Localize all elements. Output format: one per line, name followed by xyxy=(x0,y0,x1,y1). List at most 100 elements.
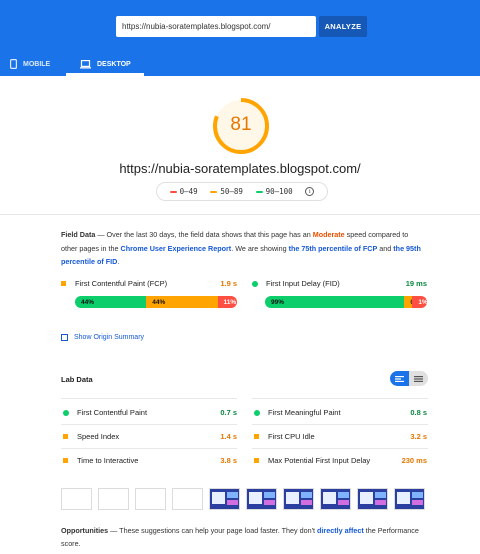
field-speed-keyword: Moderate xyxy=(312,230,345,239)
lab-metric-fmp-label: First Meaningful Paint xyxy=(268,408,341,417)
origin-summary-toggle[interactable]: Show Origin Summary xyxy=(61,334,144,341)
lab-divider xyxy=(252,448,428,449)
fast-status-icon xyxy=(254,409,260,416)
lab-metric-fcp: First Contentful Paint 0.7 s xyxy=(63,408,237,417)
legend-range-slow: 0–49 xyxy=(169,187,198,196)
lab-metric-speed-index-value: 1.4 s xyxy=(220,432,237,441)
lab-metric-max-fid: Max Potential First Input Delay 230 ms xyxy=(254,456,427,465)
fid-distribution-bar: 99%0%1% xyxy=(265,296,427,308)
field-metric-fid-label: First Input Delay (FID) xyxy=(266,279,340,288)
tab-mobile[interactable]: MOBILE xyxy=(10,52,50,76)
lab-divider xyxy=(61,448,237,449)
view-toggle[interactable] xyxy=(390,371,428,386)
field-desc-text-4: and xyxy=(377,243,394,253)
field-metric-fcp-label: First Contentful Paint (FCP) xyxy=(75,279,168,288)
distribution-segment: 1% xyxy=(412,296,427,308)
filmstrip-frame xyxy=(283,488,314,510)
lab-metric-first-cpu-idle-label: First CPU Idle xyxy=(268,432,315,441)
lab-divider xyxy=(252,424,428,425)
field-metric-fid: First Input Delay (FID) 19 ms xyxy=(252,279,427,288)
fcp-distribution-bar: 44% 44% 11% xyxy=(75,296,237,308)
opportunities-description: Opportunities — These suggestions can he… xyxy=(61,524,421,550)
lab-metric-tti-label: Time to Interactive xyxy=(77,456,139,465)
info-icon[interactable]: i xyxy=(305,187,315,196)
score-value: 81 xyxy=(230,114,252,135)
distribution-segment: 44% xyxy=(75,296,147,308)
distribution-segment: 0% xyxy=(404,296,420,308)
detail-view-button[interactable] xyxy=(409,371,428,386)
filmstrip-frame xyxy=(246,488,277,510)
filmstrip-frame xyxy=(135,488,166,510)
lab-metric-fcp-label: First Contentful Paint xyxy=(77,408,148,417)
field-desc-text-1: — Over the last 30 days, the field data … xyxy=(95,230,313,239)
field-metric-fcp-value: 1.9 s xyxy=(220,279,237,288)
lab-metric-speed-index-label: Speed Index xyxy=(77,432,120,441)
analyze-button[interactable]: ANALYZE xyxy=(319,16,367,37)
lab-metric-max-fid-value: 230 ms xyxy=(401,456,427,465)
phone-icon xyxy=(10,59,17,69)
lab-metric-fmp-value: 0.8 s xyxy=(410,408,427,417)
lab-data-title: Lab Data xyxy=(61,375,93,384)
legend-swatch-average xyxy=(210,190,218,193)
filmstrip-frame xyxy=(98,488,129,510)
field-metric-fid-value: 19 ms xyxy=(405,279,427,288)
legend-label-average: 50–89 xyxy=(220,187,243,196)
lab-metric-speed-index: Speed Index 1.4 s xyxy=(63,432,237,441)
legend-label-slow: 0–49 xyxy=(179,187,198,196)
filmstrip-frame xyxy=(209,488,240,510)
crux-report-link[interactable]: Chrome User Experience Report xyxy=(121,244,232,253)
directly-affect-link[interactable]: directly affect xyxy=(317,526,364,535)
filmstrip-frame xyxy=(320,488,351,510)
score-legend: 0–49 50–89 90–100 i xyxy=(156,182,328,201)
opportunities-text-1: — These suggestions can help your page l… xyxy=(108,526,318,535)
lab-divider xyxy=(61,398,237,399)
origin-summary-label: Show Origin Summary xyxy=(74,334,145,341)
field-metric-fcp: First Contentful Paint (FCP) 1.9 s xyxy=(61,279,237,288)
tab-mobile-label: MOBILE xyxy=(23,60,51,68)
average-status-icon xyxy=(254,458,259,463)
fast-status-icon xyxy=(63,409,69,416)
lab-divider xyxy=(252,398,428,399)
filmstrip-frame xyxy=(172,488,203,510)
lab-divider xyxy=(61,424,237,425)
lab-metric-first-cpu-idle: First CPU Idle 3.2 s xyxy=(254,432,427,441)
average-status-icon xyxy=(61,281,66,286)
distribution-segment: 11% xyxy=(217,296,237,308)
lab-metric-max-fid-label: Max Potential First Input Delay xyxy=(268,456,371,465)
field-data-title: Field Data xyxy=(61,230,96,239)
average-status-icon xyxy=(254,434,259,439)
list-view-button[interactable] xyxy=(390,371,409,386)
analyzed-url: https://nubia-soratemplates.blogspot.com… xyxy=(119,161,361,176)
filmstrip-frame xyxy=(357,488,388,510)
distribution-segment: 99% xyxy=(265,296,405,308)
fast-status-icon xyxy=(252,280,258,287)
lab-metric-tti-value: 3.8 s xyxy=(220,456,237,465)
lab-metric-fcp-value: 0.7 s xyxy=(220,408,237,417)
field-desc-text-5: . xyxy=(117,257,120,266)
lab-metric-tti: Time to Interactive 3.8 s xyxy=(63,456,237,465)
lab-metric-fmp: First Meaningful Paint 0.8 s xyxy=(254,408,427,417)
legend-label-fast: 90–100 xyxy=(265,187,293,196)
opportunities-title: Opportunities xyxy=(61,526,109,535)
average-status-icon xyxy=(63,434,68,439)
laptop-icon xyxy=(80,59,91,68)
tab-desktop-label: DESKTOP xyxy=(97,60,131,68)
detail-view-icon xyxy=(414,375,423,382)
filmstrip-frame xyxy=(394,488,425,510)
distribution-segment: 44% xyxy=(146,296,218,308)
legend-swatch-fast xyxy=(255,190,263,193)
field-desc-text-3: . We are showing xyxy=(231,243,289,253)
average-status-icon xyxy=(63,458,68,463)
legend-range-average: 50–89 xyxy=(210,187,243,196)
list-view-icon xyxy=(395,375,404,382)
top-bar: https://nubia-soratemplates.blogspot.com… xyxy=(0,0,480,76)
field-data-description: Field Data — Over the last 30 days, the … xyxy=(61,228,421,269)
legend-range-fast: 90–100 xyxy=(255,187,293,196)
fcp-percentile-link[interactable]: the 75th percentile of FCP xyxy=(289,244,378,253)
lab-metric-first-cpu-idle-value: 3.2 s xyxy=(410,432,427,441)
origin-summary-checkbox[interactable] xyxy=(61,334,68,341)
filmstrip-frame xyxy=(61,488,92,510)
section-divider xyxy=(0,214,480,215)
legend-swatch-slow xyxy=(169,190,177,193)
url-input[interactable]: https://nubia-soratemplates.blogspot.com… xyxy=(116,16,316,37)
